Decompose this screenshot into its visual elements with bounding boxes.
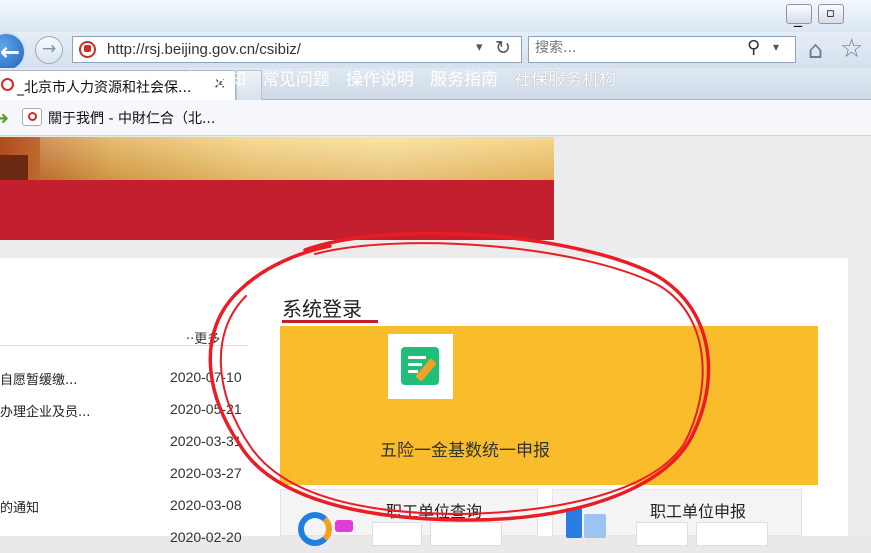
news-item[interactable]: 的通知 2020-03-08	[0, 497, 250, 521]
arrow-left-icon: ←	[0, 38, 21, 66]
search-icon[interactable]: ⚲	[747, 37, 760, 58]
nav-social-security-offices[interactable]: 社保服务机构	[514, 65, 616, 90]
forward-button[interactable]: →	[35, 36, 63, 64]
favorite-site-icon	[22, 108, 42, 126]
favorites-bar: ➜ 關于我們 - 中財仁合（北...	[0, 100, 871, 136]
query-icon	[298, 512, 332, 546]
favorites-star-icon[interactable]: ☆	[840, 34, 863, 64]
news-item[interactable]: 自愿暂缓缴... 2020-07-10	[0, 369, 250, 393]
declare-secondary-button[interactable]	[696, 522, 768, 546]
login-title-underline	[282, 320, 378, 323]
news-date: 2020-03-08	[170, 497, 242, 513]
tab-title: _北京市人力资源和社会保...	[17, 80, 192, 96]
nav-service-guide[interactable]: 服务指南	[430, 65, 498, 90]
query-action-button[interactable]	[372, 522, 422, 546]
tab-favicon-icon	[1, 78, 14, 91]
refresh-icon[interactable]: ↻	[495, 37, 511, 59]
site-nav-bar: ​	[0, 180, 554, 240]
address-dropdown-icon[interactable]: ▾	[476, 40, 483, 55]
news-date: 2020-03-31	[170, 433, 242, 449]
nav-instructions[interactable]: 操作说明	[346, 65, 414, 90]
news-date: 2020-07-10	[170, 369, 242, 385]
news-list: ··更多 自愿暂缓缴... 2020-07-10 办理企业及员... 2020-…	[0, 258, 250, 545]
news-item[interactable]: 2020-02-20	[0, 529, 250, 553]
news-date: 2020-05-21	[170, 401, 242, 417]
contribution-base-label[interactable]: 五险一金基数统一申报	[380, 436, 550, 461]
search-dropdown-icon[interactable]: ▾	[773, 40, 779, 54]
news-item[interactable]: 2020-03-31	[0, 433, 250, 457]
login-section-title: 系统登录	[282, 297, 362, 321]
home-icon[interactable]: ⌂	[808, 36, 823, 64]
favorites-link[interactable]: 關于我們 - 中財仁合（北...	[48, 108, 215, 128]
news-item[interactable]: 2020-03-27	[0, 465, 250, 489]
declare-action-button[interactable]	[636, 522, 688, 546]
query-badge-icon	[335, 520, 353, 532]
declare-icon	[566, 508, 610, 538]
nav-important-notices[interactable]: 重要通知	[178, 65, 246, 90]
app-tile[interactable]	[388, 334, 453, 399]
news-title[interactable]: 自愿暂缓缴...	[0, 369, 77, 388]
news-date: 2020-03-27	[170, 465, 242, 481]
maximize-button[interactable]: ▫	[818, 4, 844, 24]
arrow-right-icon: →	[42, 39, 57, 59]
nav-faq[interactable]: 常见问题	[262, 65, 330, 90]
palace-roof-image	[0, 155, 28, 180]
news-title[interactable]: 办理企业及员...	[0, 401, 90, 420]
site-nav-items: 重要通知 常见问题 操作说明 服务指南 社保服务机构	[178, 65, 632, 90]
add-favorite-icon[interactable]: ➜	[0, 108, 9, 129]
contribution-base-card[interactable]	[280, 326, 818, 485]
news-item[interactable]: 办理企业及员... 2020-05-21	[0, 401, 250, 425]
header-banner	[0, 137, 554, 180]
address-bar[interactable]: http://rsj.beijing.gov.cn/csibiz/ ▾ ↻	[72, 36, 522, 63]
news-date-partial: 2020-02-20	[170, 529, 242, 545]
site-favicon-icon	[79, 41, 96, 58]
address-url[interactable]: http://rsj.beijing.gov.cn/csibiz/	[107, 41, 301, 58]
window-title-bar: _ ▫	[0, 0, 871, 32]
query-secondary-button[interactable]	[430, 522, 502, 546]
search-input[interactable]	[535, 40, 735, 56]
minimize-button[interactable]: _	[786, 4, 812, 27]
employee-query-label[interactable]: 职工单位查询	[386, 498, 482, 522]
search-box[interactable]: ⚲ ▾	[528, 36, 796, 63]
news-title[interactable]: 的通知	[0, 497, 39, 516]
employee-declare-label[interactable]: 职工单位申报	[650, 498, 746, 522]
